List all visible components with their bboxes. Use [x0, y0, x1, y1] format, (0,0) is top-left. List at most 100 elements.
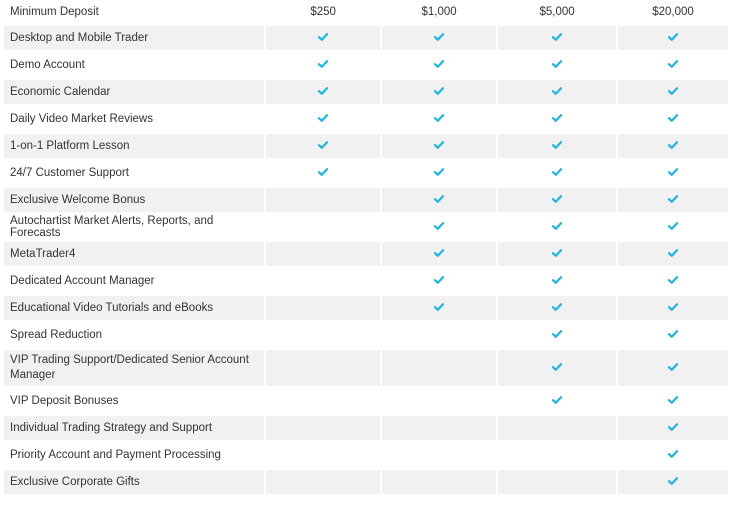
- feature-label: Priority Account and Payment Processing: [4, 443, 265, 467]
- table-row: 24/7 Customer Support: [4, 161, 728, 185]
- tier-cell: [266, 53, 381, 77]
- tier-cell: [498, 161, 617, 185]
- tier-cell: [618, 215, 728, 239]
- checkmark-icon: [552, 303, 563, 311]
- feature-label: MetaTrader4: [4, 242, 265, 266]
- feature-label: Exclusive Welcome Bonus: [4, 188, 265, 212]
- tier-cell: [618, 107, 728, 131]
- tier-cell: [382, 269, 497, 293]
- table-row: Priority Account and Payment Processing: [4, 443, 728, 467]
- feature-label: VIP Deposit Bonuses: [4, 389, 265, 413]
- tier-cell: [498, 470, 617, 494]
- checkmark-icon: [668, 249, 679, 257]
- tier-cell: [266, 107, 381, 131]
- checkmark-icon: [668, 60, 679, 68]
- checkmark-icon: [668, 168, 679, 176]
- tier-cell: [618, 80, 728, 104]
- checkmark-icon: [668, 87, 679, 95]
- tier-cell: [266, 443, 381, 467]
- tier-cell: [618, 188, 728, 212]
- tier-cell: [618, 161, 728, 185]
- checkmark-icon: [434, 303, 445, 311]
- feature-label: Individual Trading Strategy and Support: [4, 416, 265, 440]
- table-row: Individual Trading Strategy and Support: [4, 416, 728, 440]
- checkmark-icon: [668, 276, 679, 284]
- feature-label: VIP Trading Support/Dedicated Senior Acc…: [4, 350, 265, 386]
- checkmark-icon: [552, 33, 563, 41]
- checkmark-icon: [668, 195, 679, 203]
- tier-cell: [618, 323, 728, 347]
- checkmark-icon: [552, 249, 563, 257]
- feature-label: Exclusive Corporate Gifts: [4, 470, 265, 494]
- tier-cell: [498, 134, 617, 158]
- tier-header: $20,000: [618, 1, 728, 23]
- tier-cell: [382, 53, 497, 77]
- tier-cell: [498, 416, 617, 440]
- table-row: MetaTrader4: [4, 242, 728, 266]
- tier-cell: [266, 242, 381, 266]
- tier-cell: [498, 242, 617, 266]
- checkmark-icon: [668, 222, 679, 230]
- tier-header: $250: [266, 1, 381, 23]
- feature-label: Autochartist Market Alerts, Reports, and…: [4, 215, 265, 239]
- checkmark-icon: [318, 33, 329, 41]
- checkmark-icon: [318, 141, 329, 149]
- tier-cell: [618, 389, 728, 413]
- feature-label: Dedicated Account Manager: [4, 269, 265, 293]
- table-row: Educational Video Tutorials and eBooks: [4, 296, 728, 320]
- checkmark-icon: [434, 195, 445, 203]
- feature-label: Demo Account: [4, 53, 265, 77]
- table-row: Autochartist Market Alerts, Reports, and…: [4, 215, 728, 239]
- tier-cell: [266, 389, 381, 413]
- tier-cell: [266, 323, 381, 347]
- tier-cell: [266, 80, 381, 104]
- tier-cell: [266, 470, 381, 494]
- checkmark-icon: [552, 168, 563, 176]
- checkmark-icon: [668, 362, 679, 371]
- tier-cell: [382, 350, 497, 386]
- tier-cell: [382, 389, 497, 413]
- tier-cell: [498, 323, 617, 347]
- checkmark-icon: [552, 362, 563, 371]
- tier-cell: [382, 188, 497, 212]
- checkmark-icon: [552, 60, 563, 68]
- table-row: Exclusive Welcome Bonus: [4, 188, 728, 212]
- tier-cell: [382, 470, 497, 494]
- tier-cell: [618, 470, 728, 494]
- tier-cell: [618, 26, 728, 50]
- checkmark-icon: [552, 330, 563, 338]
- checkmark-icon: [318, 60, 329, 68]
- checkmark-icon: [552, 396, 563, 404]
- feature-label: 24/7 Customer Support: [4, 161, 265, 185]
- checkmark-icon: [552, 195, 563, 203]
- tier-cell: [266, 296, 381, 320]
- checkmark-icon: [668, 114, 679, 122]
- checkmark-icon: [434, 276, 445, 284]
- checkmark-icon: [668, 330, 679, 338]
- table-row: VIP Trading Support/Dedicated Senior Acc…: [4, 350, 728, 386]
- tier-cell: [382, 296, 497, 320]
- tier-cell: [498, 215, 617, 239]
- tier-cell: [382, 26, 497, 50]
- checkmark-icon: [552, 87, 563, 95]
- tier-cell: [382, 107, 497, 131]
- tier-cell: [382, 242, 497, 266]
- header-row: Minimum Deposit $250 $1,000 $5,000 $20,0…: [4, 1, 728, 23]
- checkmark-icon: [552, 222, 563, 230]
- table-row: Spread Reduction: [4, 323, 728, 347]
- checkmark-icon: [552, 276, 563, 284]
- tier-cell: [382, 215, 497, 239]
- checkmark-icon: [434, 222, 445, 230]
- tier-cell: [266, 188, 381, 212]
- table-row: Economic Calendar: [4, 80, 728, 104]
- checkmark-icon: [668, 450, 679, 458]
- tier-cell: [618, 350, 728, 386]
- table-row: Demo Account: [4, 53, 728, 77]
- tier-cell: [266, 26, 381, 50]
- table-row: 1-on-1 Platform Lesson: [4, 134, 728, 158]
- table-row: Dedicated Account Manager: [4, 269, 728, 293]
- checkmark-icon: [668, 396, 679, 404]
- table-body: Minimum Deposit $250 $1,000 $5,000 $20,0…: [4, 1, 728, 494]
- checkmark-icon: [668, 477, 679, 485]
- tier-cell: [382, 323, 497, 347]
